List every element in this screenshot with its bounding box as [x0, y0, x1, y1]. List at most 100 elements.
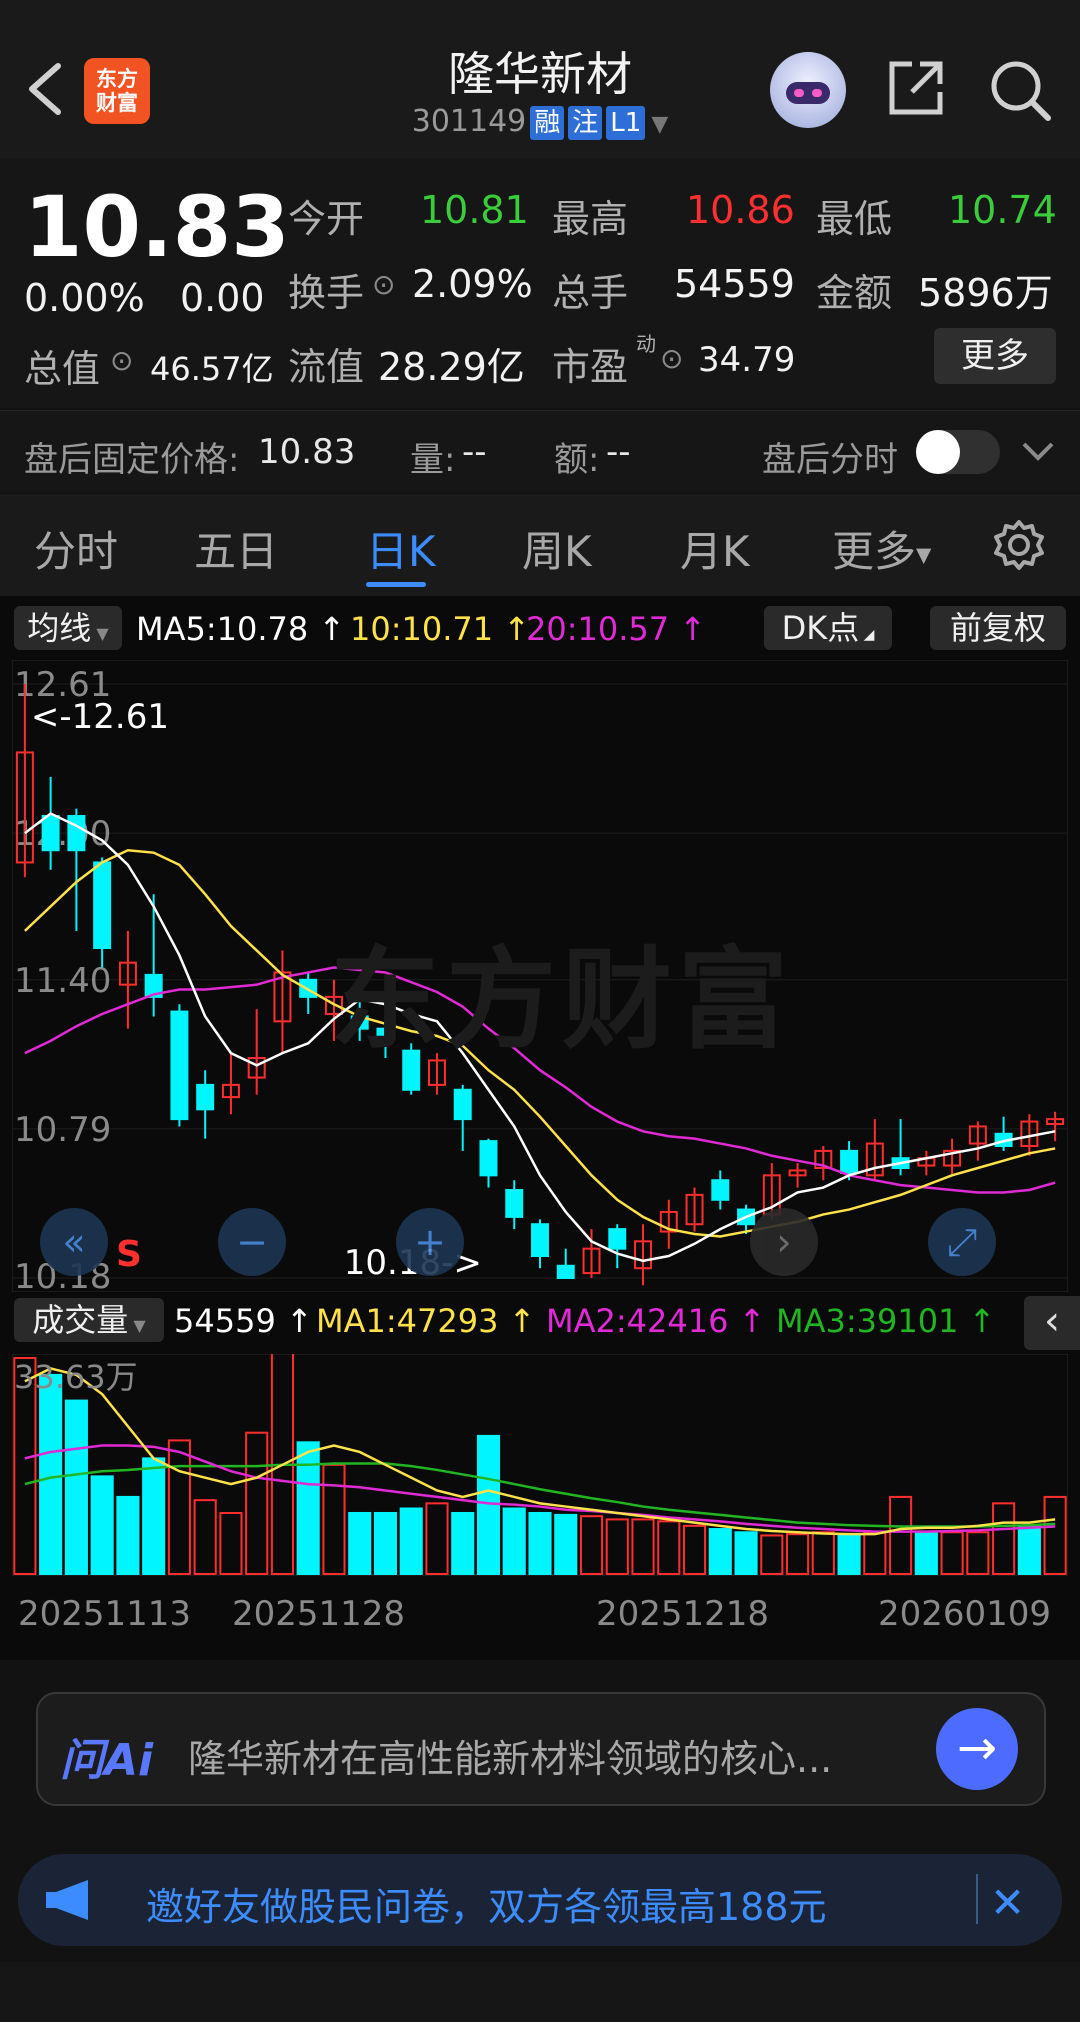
afterhours-timeshare-label: 盘后分时: [762, 440, 898, 480]
tab-daily-k[interactable]: 日K: [366, 518, 436, 579]
candle: [865, 1119, 884, 1181]
volume-bar: [708, 1528, 732, 1576]
x-date-1: 20251113: [18, 1594, 192, 1634]
candle-body: [170, 1010, 189, 1121]
amount-value: 5896万: [918, 271, 1053, 315]
active-tab-indicator: [366, 582, 426, 587]
vol-ma2-value: MA2:42416: [546, 1302, 729, 1340]
dk-point-label: DK点: [781, 609, 860, 647]
dk-point-button[interactable]: DK点 ◢: [764, 606, 892, 650]
volume-chart[interactable]: 33.63万: [12, 1354, 1068, 1576]
volume-bar: [451, 1511, 475, 1575]
vol-ma2-label: MA2:42416 ↑: [546, 1302, 766, 1340]
candle: [968, 1121, 987, 1161]
volume-bar: [1017, 1524, 1041, 1575]
vol-ma3-label: MA3:39101 ↑: [776, 1302, 996, 1340]
more-button[interactable]: 更多: [934, 328, 1056, 384]
afterhours-toggle[interactable]: [916, 430, 1000, 474]
volume-bar: [786, 1533, 810, 1575]
candle-body: [41, 815, 60, 852]
info-icon[interactable]: ⊙: [660, 342, 683, 375]
candle: [479, 1138, 498, 1188]
vol-ma1-label: MA1:47293 ↑: [316, 1302, 536, 1340]
adjust-button[interactable]: 前复权: [930, 606, 1066, 650]
ma5-value: MA5:10.78: [136, 610, 309, 648]
share-icon[interactable]: [886, 58, 946, 122]
x-date-4: 20260109: [878, 1594, 1052, 1634]
scroll-right-icon[interactable]: ›: [750, 1208, 818, 1276]
chevron-down-icon[interactable]: ▼: [651, 112, 668, 137]
vol-ma1-value: MA1:47293: [316, 1302, 499, 1340]
collapse-panel-icon[interactable]: ‹: [1024, 1296, 1080, 1350]
candle: [788, 1163, 807, 1188]
afterhours-amt-label: 额:: [554, 440, 600, 480]
volume-bar: [348, 1511, 372, 1575]
volume-bar: [39, 1373, 63, 1576]
volume-bar: [760, 1534, 784, 1576]
change-amount: 0.00: [180, 276, 265, 320]
y-tick-label: 10.79: [14, 1110, 111, 1150]
promo-text[interactable]: 邀好友做股民问卷，双方各领最高188元: [146, 1876, 827, 1931]
candle: [505, 1180, 524, 1230]
candle-body: [479, 1140, 498, 1177]
ma10-label: 10:10.71 ↑: [350, 610, 531, 648]
volume-value: 54559: [674, 262, 795, 306]
chevron-down-icon[interactable]: [1020, 436, 1056, 470]
zoom-in-icon[interactable]: +: [396, 1208, 464, 1276]
volume-selector[interactable]: 成交量 ▼: [14, 1298, 164, 1342]
robot-avatar-icon[interactable]: [770, 52, 846, 128]
afterhours-price: 10.83: [258, 432, 356, 472]
candle: [608, 1224, 627, 1269]
afterhours-price-label: 盘后固定价格:: [24, 440, 240, 480]
vol-value: 54559: [174, 1302, 276, 1340]
search-icon[interactable]: [988, 58, 1052, 126]
zoom-out-icon[interactable]: −: [218, 1208, 286, 1276]
candle-body: [505, 1189, 524, 1218]
float-label: 流值: [288, 345, 365, 389]
candle: [891, 1119, 910, 1176]
info-icon[interactable]: ⊙: [110, 344, 133, 377]
volume-bar: [863, 1531, 887, 1575]
candle-body: [608, 1228, 627, 1250]
stock-code: 301149: [411, 104, 527, 139]
volume-bar: [245, 1431, 269, 1576]
tab-more[interactable]: 更多▼: [832, 518, 931, 579]
candle: [170, 1004, 189, 1127]
volume-bar: [992, 1502, 1016, 1576]
candle-body: [711, 1179, 730, 1201]
volume-bar: [322, 1463, 346, 1575]
volume-bar: [889, 1495, 913, 1576]
candle: [711, 1170, 730, 1210]
volume-selector-label: 成交量: [32, 1301, 129, 1339]
volume-bar: [116, 1495, 140, 1576]
tab-timeshare[interactable]: 分时: [34, 518, 118, 579]
volume-bar: [90, 1475, 114, 1575]
scroll-left-icon[interactable]: «: [40, 1208, 108, 1276]
high-label: 最高: [552, 197, 629, 241]
ma-selector[interactable]: 均线 ▼: [14, 606, 122, 650]
close-icon[interactable]: ✕: [990, 1878, 1025, 1927]
fullscreen-icon[interactable]: ⤢: [928, 1208, 996, 1276]
gear-icon[interactable]: [992, 518, 1046, 576]
ma-selector-label: 均线: [27, 609, 92, 647]
candle-body: [840, 1149, 859, 1174]
corner-icon: ◢: [859, 627, 875, 643]
volume-bar: [657, 1520, 681, 1575]
mktcap-label: 总值: [24, 347, 101, 391]
tab-weekly-k[interactable]: 周K: [522, 518, 592, 579]
volume-bar: [966, 1531, 990, 1575]
last-price: 10.83: [24, 178, 290, 276]
amount-label: 金额: [816, 271, 893, 315]
arrow-right-icon[interactable]: →: [936, 1708, 1018, 1790]
tab-monthly-k[interactable]: 月K: [680, 518, 750, 579]
tab-more-label: 更多: [832, 527, 917, 576]
info-icon[interactable]: ⊙: [372, 268, 395, 301]
candle: [1046, 1111, 1065, 1142]
candle: [273, 950, 292, 1054]
candle-body: [556, 1264, 575, 1279]
ai-prompt-text[interactable]: 隆华新材在高性能新材料领域的核心...: [188, 1728, 832, 1783]
megaphone-icon: [44, 1878, 96, 1926]
tab-five-day[interactable]: 五日: [194, 518, 278, 579]
volume-bar: [940, 1531, 964, 1575]
candle: [453, 1084, 472, 1151]
